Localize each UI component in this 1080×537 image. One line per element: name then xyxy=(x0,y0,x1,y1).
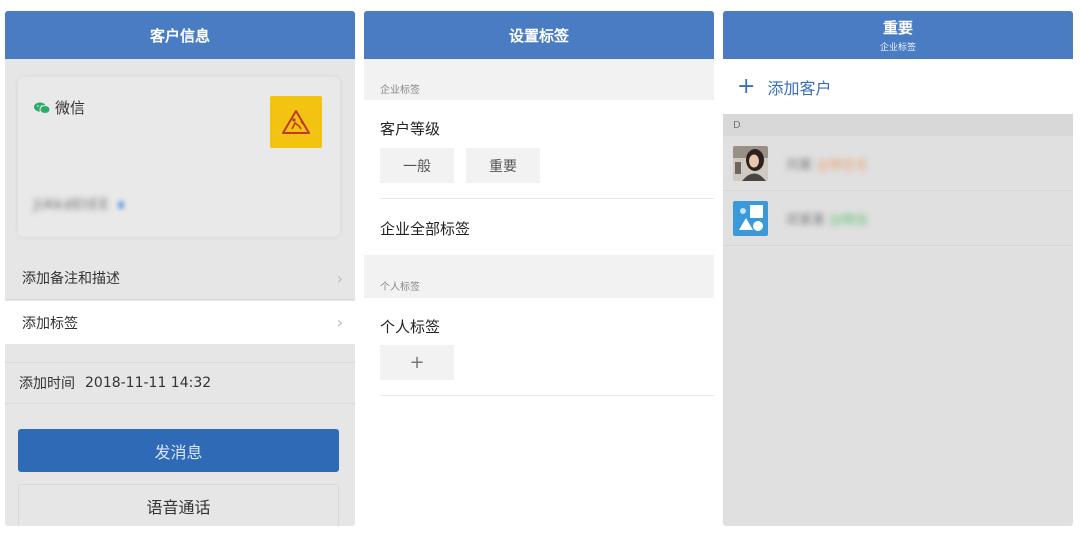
add-remark-row[interactable]: 添加备注和描述 › xyxy=(5,257,355,300)
tag-chip-normal[interactable]: 一般 xyxy=(380,148,454,183)
personal-tags-title: 个人标签 xyxy=(380,318,441,336)
customer-info-panel: 客户信息 微信 JiAkdEtEE 添加备注和描述 › 添加标签 › 添加时间 … xyxy=(5,11,355,526)
avatar xyxy=(733,200,768,236)
set-tags-header: 设置标签 xyxy=(364,11,714,59)
add-customer-button[interactable]: + 添加客户 xyxy=(723,59,1073,114)
chevron-right-icon: › xyxy=(336,268,343,288)
add-time-value: 2018-11-11 14:32 xyxy=(85,375,212,391)
send-message-button[interactable]: 发消息 xyxy=(18,429,339,472)
corp-tags-block: 客户等级 一般 重要 企业全部标签 xyxy=(364,100,714,255)
list-item[interactable]: 刘某 @微信名 xyxy=(723,136,1073,191)
add-time-label: 添加时间 xyxy=(19,376,75,392)
add-tag-row[interactable]: 添加标签 › xyxy=(5,301,355,344)
wechat-source: 微信 xyxy=(34,97,85,118)
corp-all-tags-link[interactable]: 企业全部标签 xyxy=(380,218,470,239)
tag-customers-header: 重要 企业标签 xyxy=(723,11,1073,59)
customer-name: 邓某某 xyxy=(786,212,826,228)
warning-icon xyxy=(282,110,310,134)
page-title: 客户信息 xyxy=(149,26,210,45)
page-subtitle: 企业标签 xyxy=(879,43,916,53)
add-tag-button[interactable]: + xyxy=(380,345,454,380)
customer-info-header: 客户信息 xyxy=(5,11,355,59)
tag-chip-important[interactable]: 重要 xyxy=(466,148,540,183)
divider xyxy=(380,395,714,396)
avatar[interactable] xyxy=(270,96,322,148)
wechat-label: 微信 xyxy=(55,99,86,117)
customer-wechat-suffix: @微信 xyxy=(829,212,869,228)
customer-name: 刘某 xyxy=(786,157,813,173)
add-customer-label: 添加客户 xyxy=(767,78,832,98)
customer-nickname: JiAkdEtEE xyxy=(34,197,124,213)
personal-tags-section-label: 个人标签 xyxy=(380,282,420,293)
customer-card: 微信 JiAkdEtEE xyxy=(18,77,340,237)
customer-wechat-suffix: @微信名 xyxy=(816,157,869,173)
set-tags-panel: 设置标签 企业标签 客户等级 一般 重要 企业全部标签 个人标签 个人标签 + xyxy=(364,11,714,526)
plus-icon: + xyxy=(737,73,756,99)
tag-customers-panel: 重要 企业标签 + 添加客户 D 刘某 @微信名 邓某某 @微信 xyxy=(723,11,1073,526)
add-time-row: 添加时间 2018-11-11 14:32 xyxy=(5,362,355,404)
corp-tags-section-label: 企业标签 xyxy=(380,85,420,96)
list-item[interactable]: 邓某某 @微信 xyxy=(723,191,1073,246)
divider xyxy=(380,198,714,199)
personal-tags-block: 个人标签 + xyxy=(364,298,714,526)
add-remark-label: 添加备注和描述 xyxy=(22,271,120,287)
page-title: 设置标签 xyxy=(508,26,569,45)
add-tag-label: 添加标签 xyxy=(22,315,78,332)
index-letter-header: D xyxy=(723,114,1073,136)
chevron-right-icon: › xyxy=(336,313,343,332)
voice-call-button[interactable]: 语音通话 xyxy=(18,484,339,526)
gender-icon xyxy=(117,201,124,209)
page-title: 重要 xyxy=(882,19,913,37)
wechat-icon xyxy=(34,101,50,114)
nickname-text: JiAkdEtEE xyxy=(34,197,110,213)
avatar xyxy=(733,145,768,181)
customer-level-title: 客户等级 xyxy=(380,120,441,138)
